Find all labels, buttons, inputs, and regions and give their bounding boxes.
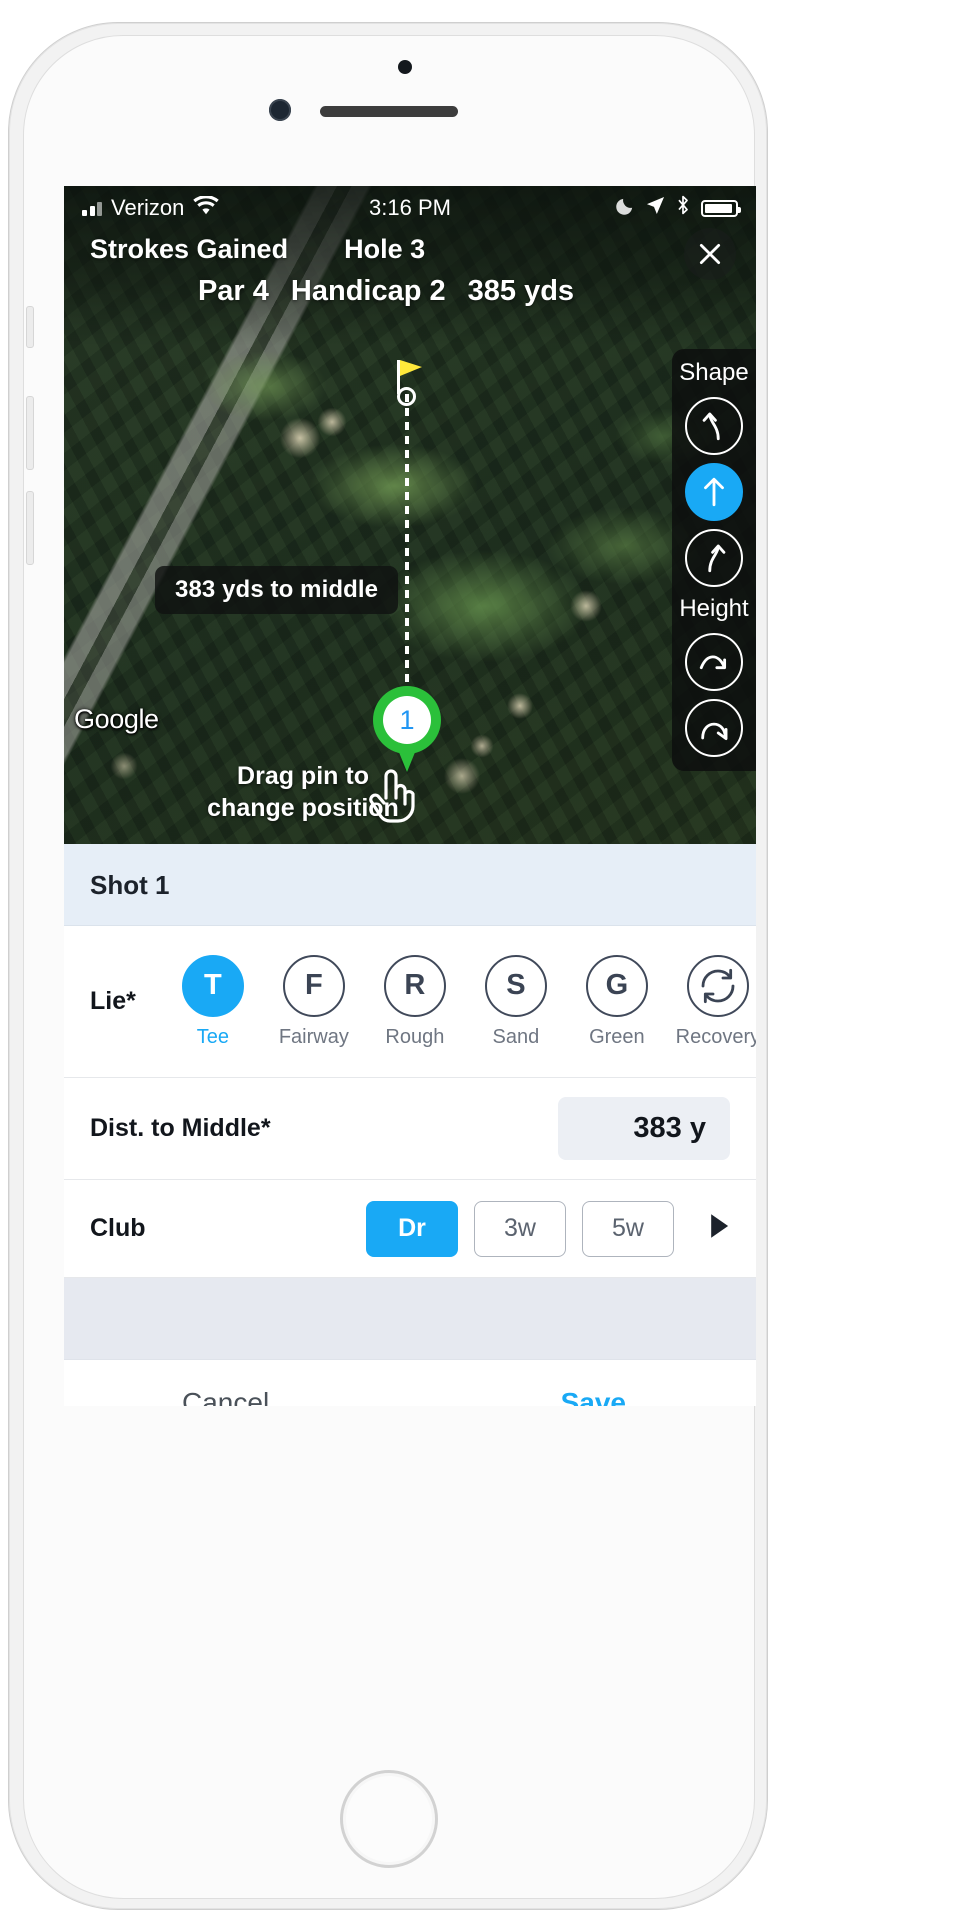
volume-up-button[interactable] <box>26 396 34 470</box>
header-row-secondary: Par 4 Handicap 2 385 yds <box>64 275 756 308</box>
close-button[interactable] <box>684 228 736 280</box>
pointing-hand-icon <box>364 764 416 829</box>
lie-rough-label: Rough <box>385 1025 445 1048</box>
phone-body: 383 yds to middle 1 Google Drag pin to c… <box>23 35 756 1899</box>
lie-option-tee[interactable]: T Tee <box>174 954 252 1049</box>
google-attribution: Google <box>74 704 159 734</box>
lie-tee-glyph: T <box>181 954 244 1017</box>
proximity-sensor <box>398 60 412 74</box>
play-arrow-icon[interactable] <box>708 1213 730 1244</box>
par-label: Par 4 <box>197 275 269 307</box>
shape-draw-button[interactable] <box>685 397 743 455</box>
pin-number: 1 <box>383 696 431 744</box>
page-title: Strokes Gained <box>90 234 289 264</box>
height-panel-label: Height <box>679 595 749 622</box>
lie-option-recovery[interactable]: Recovery <box>675 954 756 1049</box>
lie-options: T Tee F Fairway R Rough S Sand G Green R… <box>174 954 756 1049</box>
distance-chip: 383 yds to middle <box>155 566 399 614</box>
home-button[interactable] <box>340 1770 438 1868</box>
lie-rough-glyph: R <box>383 954 446 1017</box>
volume-down-button[interactable] <box>26 491 34 565</box>
battery-icon <box>701 199 741 217</box>
club-option-dr[interactable]: Dr <box>366 1200 458 1257</box>
shape-straight-button[interactable] <box>685 463 743 521</box>
hole-label: Hole 3 <box>344 234 426 264</box>
phone-device-frame: 383 yds to middle 1 Google Drag pin to c… <box>8 22 768 1910</box>
club-label: Club <box>90 1214 146 1242</box>
lie-fairway-label: Fairway <box>278 1025 349 1048</box>
lie-option-green[interactable]: G Green <box>578 954 656 1049</box>
save-button[interactable]: Save <box>561 1387 730 1406</box>
lie-row: Lie* T Tee F Fairway R Rough S Sand G Gr… <box>64 926 756 1078</box>
bluetooth-icon <box>676 195 690 221</box>
lie-sand-label: Sand <box>492 1025 540 1048</box>
yardage-label: 385 yds <box>467 275 575 307</box>
shape-panel-label: Shape <box>679 359 749 386</box>
height-high-button[interactable] <box>685 699 743 757</box>
sheet-footer: Cancel Save <box>64 1360 756 1406</box>
lie-green-label: Green <box>589 1025 645 1048</box>
earpiece-speaker <box>320 106 458 117</box>
lie-label: Lie* <box>90 987 136 1015</box>
status-bar: Verizon 3:16 PM <box>64 186 756 230</box>
aim-start-node <box>397 387 416 406</box>
club-option-3w[interactable]: 3w <box>474 1200 566 1257</box>
silent-switch[interactable] <box>26 306 34 348</box>
handicap-label: Handicap 2 <box>290 275 446 307</box>
lie-green-glyph: G <box>585 954 648 1017</box>
moon-icon <box>616 195 635 221</box>
cancel-button[interactable]: Cancel <box>90 1387 269 1406</box>
height-low-button[interactable] <box>685 633 743 691</box>
lie-tee-label: Tee <box>196 1025 229 1048</box>
lie-option-sand[interactable]: S Sand <box>477 954 555 1049</box>
lie-option-rough[interactable]: R Rough <box>376 954 454 1049</box>
front-camera <box>269 99 291 121</box>
shape-height-panel: Shape Height <box>672 349 756 771</box>
pin-head: 1 <box>373 686 441 754</box>
distance-input[interactable]: 383 y <box>558 1097 730 1160</box>
lie-fairway-glyph: F <box>282 954 345 1017</box>
location-arrow-icon <box>646 195 665 221</box>
distance-label: Dist. to Middle* <box>90 1114 271 1142</box>
lie-sand-glyph: S <box>484 954 547 1017</box>
club-row: Club Dr 3w 5w <box>64 1180 756 1278</box>
lie-option-fairway[interactable]: F Fairway <box>275 954 353 1049</box>
recovery-loop-icon <box>686 954 749 1017</box>
lie-recovery-label: Recovery <box>675 1025 756 1048</box>
header-row-primary: Strokes Gained Hole 3 <box>64 234 756 265</box>
distance-row: Dist. to Middle* 383 y <box>64 1078 756 1180</box>
club-options: Dr 3w 5w <box>366 1200 730 1257</box>
status-bar-right <box>616 195 741 221</box>
satellite-map[interactable]: 383 yds to middle 1 Google Drag pin to c… <box>64 186 756 844</box>
close-icon <box>699 243 721 265</box>
club-option-5w[interactable]: 5w <box>582 1200 674 1257</box>
shot-form-sheet: Shot 1 Lie* T Tee F Fairway R Rough S Sa… <box>64 844 756 1406</box>
shot-section-title: Shot 1 <box>64 844 756 926</box>
shape-fade-button[interactable] <box>685 529 743 587</box>
sheet-spacer <box>64 1278 756 1360</box>
screen-header: Strokes Gained Hole 3 Par 4 Handicap 2 3… <box>64 228 756 308</box>
phone-screen: 383 yds to middle 1 Google Drag pin to c… <box>64 186 756 1406</box>
